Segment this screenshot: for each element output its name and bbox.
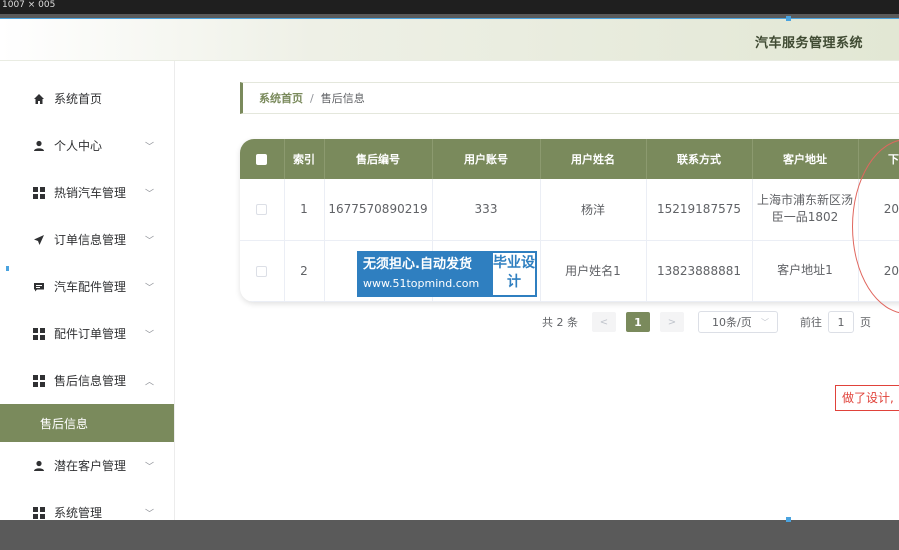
sidebar-item-profile[interactable]: 个人中心 ﹀ xyxy=(0,122,174,169)
sidebar-item-after-sales[interactable]: 售后信息管理 ︿ xyxy=(0,357,174,404)
page-size-select[interactable]: 10条/页 ﹀ xyxy=(698,311,778,333)
grid-icon xyxy=(33,327,45,340)
breadcrumb-current: 售后信息 xyxy=(320,92,365,105)
sidebar-item-parts-orders[interactable]: 配件订单管理 ﹀ xyxy=(0,310,174,357)
cell-account: 333 xyxy=(432,179,541,241)
watermark-side: 毕业设计 xyxy=(491,251,537,297)
row-checkbox[interactable] xyxy=(240,240,285,302)
grid-icon xyxy=(33,374,45,387)
sidebar-item-label: 潜在客户管理 xyxy=(54,459,127,473)
sidebar-item-label: 个人中心 xyxy=(54,139,103,153)
chevron-down-icon: ﹀ xyxy=(144,330,154,340)
annotation-note: 做了设计, xyxy=(835,385,899,411)
breadcrumb-home[interactable]: 系统首页 xyxy=(259,90,303,106)
app-header: 汽车服务管理系统 xyxy=(0,19,899,61)
pagination-jump-input[interactable]: 1 xyxy=(828,311,854,333)
column-header-phone: 联系方式 xyxy=(646,139,753,179)
sidebar-item-hot-cars[interactable]: 热销汽车管理 ﹀ xyxy=(0,169,174,216)
selection-handle-bottom[interactable] xyxy=(786,517,791,522)
sidebar-item-label: 售后信息管理 xyxy=(54,374,127,388)
after-sales-table: 索引 售后编号 用户账号 用户姓名 联系方式 客户地址 下次 1 1677570… xyxy=(240,139,899,302)
cell-phone: 15219187575 xyxy=(646,179,753,241)
table-header-row: 索引 售后编号 用户账号 用户姓名 联系方式 客户地址 下次 xyxy=(240,139,899,179)
table-row[interactable]: 1 1677570890219 333 杨洋 15219187575 上海市浦东… xyxy=(240,179,899,241)
cell-index: 2 xyxy=(284,240,325,302)
pagination-next-button[interactable]: > xyxy=(660,312,684,332)
sidebar-item-label: 配件订单管理 xyxy=(54,327,127,341)
chevron-down-icon: ﹀ xyxy=(144,283,154,293)
sidebar-item-car-parts[interactable]: 汽车配件管理 ﹀ xyxy=(0,263,174,310)
pagination-page-unit: 页 xyxy=(860,316,871,329)
sidebar: 系统首页 个人中心 ﹀ 热销汽车管理 ﹀ 订单信息管理 ﹀ 汽车配件管理 ﹀ 配… xyxy=(0,61,175,520)
column-header-index: 索引 xyxy=(284,139,325,179)
grid-icon xyxy=(33,506,45,519)
pagination-jump-label: 前往 xyxy=(800,316,822,329)
cell-after-sales-no: 1677570890219 xyxy=(324,179,433,241)
cell-name: 用户姓名1 xyxy=(540,240,647,302)
sidebar-item-label: 订单信息管理 xyxy=(54,233,127,247)
user-icon xyxy=(33,460,45,472)
pagination-prev-button[interactable]: < xyxy=(592,312,616,332)
sidebar-item-orders[interactable]: 订单信息管理 ﹀ xyxy=(0,216,174,263)
watermark-banner: 无须担心.自动发货 www.51topmind.com 毕业设计 xyxy=(357,251,537,297)
column-header-name: 用户姓名 xyxy=(540,139,647,179)
pagination: 共 2 条 < 1 > 10条/页 ﹀ 前往 1 页 xyxy=(542,311,871,333)
sidebar-item-label: 汽车配件管理 xyxy=(54,280,127,294)
sidebar-item-label: 系统首页 xyxy=(54,92,103,106)
send-icon xyxy=(33,234,45,246)
user-icon xyxy=(33,140,45,152)
page-size-value: 10条/页 xyxy=(712,316,752,329)
sidebar-item-system[interactable]: 系统管理 ﹀ xyxy=(0,489,174,520)
watermark-line1: 无须担心.自动发货 xyxy=(363,257,472,272)
home-icon xyxy=(33,93,45,105)
chevron-down-icon: ﹀ xyxy=(144,236,154,246)
window-caption-bar: 1007 × 005 xyxy=(0,0,899,14)
sidebar-item-potential-customers[interactable]: 潜在客户管理 ﹀ xyxy=(0,442,174,489)
chevron-down-icon: ﹀ xyxy=(761,317,769,327)
row-checkbox[interactable] xyxy=(240,179,285,241)
chevron-up-icon: ︿ xyxy=(144,377,154,387)
grid-icon xyxy=(33,186,45,199)
message-icon xyxy=(33,281,45,293)
cell-address: 客户地址1 xyxy=(752,240,859,302)
cell-phone: 13823888881 xyxy=(646,240,753,302)
chevron-down-icon: ﹀ xyxy=(144,142,154,152)
cell-index: 1 xyxy=(284,179,325,241)
chevron-down-icon: ﹀ xyxy=(144,509,154,519)
window-caption: 1007 × 005 xyxy=(2,0,56,10)
chevron-down-icon: ﹀ xyxy=(144,462,154,472)
select-all-checkbox[interactable] xyxy=(240,139,285,179)
selection-handle-top[interactable] xyxy=(786,16,791,21)
pagination-total: 共 2 条 xyxy=(542,316,578,329)
selection-handle-left[interactable] xyxy=(6,266,9,271)
pagination-page-1[interactable]: 1 xyxy=(626,312,650,332)
sidebar-subitem-after-sales-info[interactable]: 售后信息 xyxy=(0,404,174,442)
column-header-account: 用户账号 xyxy=(432,139,541,179)
breadcrumb-separator: / xyxy=(310,91,314,105)
sidebar-item-label: 系统管理 xyxy=(54,506,103,520)
chevron-down-icon: ﹀ xyxy=(144,189,154,199)
cell-name: 杨洋 xyxy=(540,179,647,241)
table-row[interactable]: 2 11 用户姓名1 13823888881 客户地址1 2023 xyxy=(240,240,899,302)
watermark-line2: www.51topmind.com xyxy=(363,277,480,290)
sidebar-item-label: 热销汽车管理 xyxy=(54,186,127,200)
column-header-after-sales-no: 售后编号 xyxy=(324,139,433,179)
sidebar-item-home[interactable]: 系统首页 xyxy=(0,75,174,122)
column-header-address: 客户地址 xyxy=(752,139,859,179)
system-title: 汽车服务管理系统 xyxy=(754,36,863,51)
breadcrumb: 系统首页 / 售后信息 xyxy=(240,82,899,114)
cell-address: 上海市浦东新区汤臣一品1802 xyxy=(752,179,859,241)
